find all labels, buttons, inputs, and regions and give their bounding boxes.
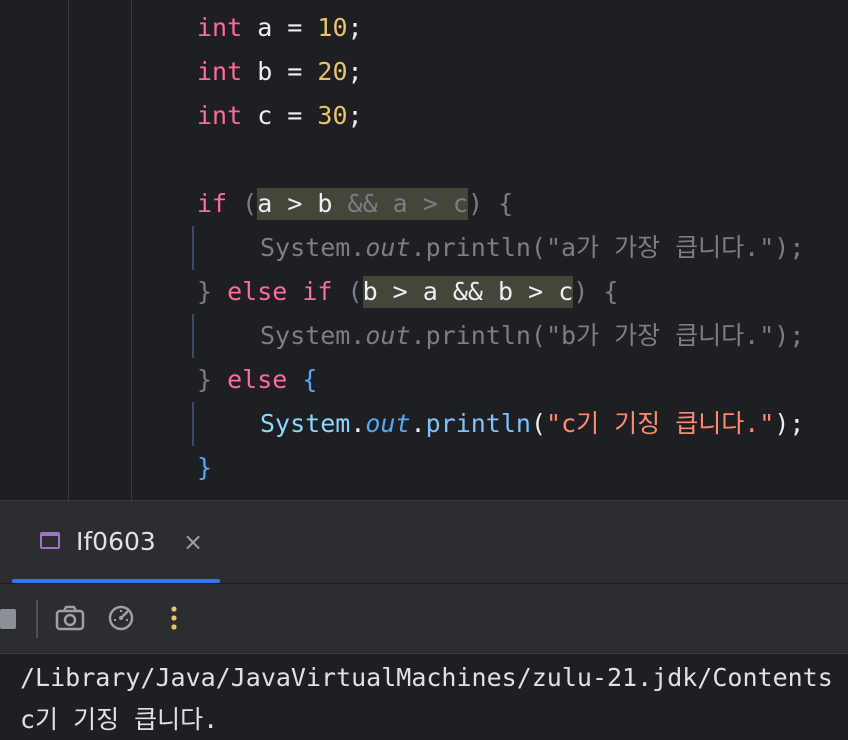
code-token: ( bbox=[227, 189, 258, 218]
code-token: ; bbox=[347, 13, 363, 42]
code-token: ; bbox=[347, 101, 363, 130]
scope-guide bbox=[192, 226, 194, 270]
code-line[interactable]: } bbox=[197, 446, 212, 490]
code-line[interactable]: System.out.println("b가 가장 큽니다."); bbox=[197, 314, 804, 358]
code-line[interactable]: if (a > b && a > c) { bbox=[197, 182, 513, 226]
code-line[interactable]: } else { bbox=[197, 358, 317, 402]
code-token: ); bbox=[774, 409, 805, 438]
close-icon[interactable]: × bbox=[178, 527, 208, 557]
indent-guide bbox=[68, 0, 69, 500]
camera-icon[interactable] bbox=[53, 601, 87, 635]
code-token: } bbox=[197, 365, 228, 394]
indent-guide bbox=[131, 0, 132, 500]
code-token: else if bbox=[227, 277, 333, 306]
code-token: println bbox=[425, 409, 531, 438]
console-output[interactable]: /Library/Java/JavaVirtualMachines/zulu-2… bbox=[0, 653, 848, 740]
code-token: . bbox=[350, 409, 366, 438]
scope-guide bbox=[192, 402, 194, 446]
code-token: ) bbox=[573, 277, 589, 306]
code-token: } bbox=[197, 453, 213, 482]
code-token: System. bbox=[260, 321, 366, 350]
code-line[interactable]: } else if (b > a && b > c) { bbox=[197, 270, 618, 314]
code-line[interactable]: System.out.println("a가 가장 큽니다."); bbox=[197, 226, 804, 270]
code-token: ) bbox=[467, 189, 484, 218]
code-token: if bbox=[197, 189, 228, 218]
code-token: b > a && b > c bbox=[362, 276, 574, 308]
code-token: ( bbox=[332, 277, 363, 306]
run-toolbar bbox=[0, 583, 848, 653]
code-line[interactable]: int c = 30; bbox=[197, 94, 363, 138]
code-token: out bbox=[365, 233, 411, 262]
code-token: c = bbox=[242, 101, 318, 130]
code-token: int bbox=[197, 57, 243, 86]
code-token: } bbox=[197, 277, 228, 306]
code-token: a = bbox=[242, 13, 318, 42]
code-editor[interactable]: int a = 10; int b = 20; int c = 30; if (a >… bbox=[0, 0, 848, 500]
code-token: out bbox=[365, 321, 411, 350]
code-token: 30 bbox=[317, 101, 348, 130]
code-token: { bbox=[287, 365, 318, 394]
code-line[interactable]: int a = 10; bbox=[197, 6, 363, 50]
console-line-command: /Library/Java/JavaVirtualMachines/zulu-2… bbox=[20, 663, 833, 692]
toolbar-separator bbox=[36, 600, 38, 638]
tab-label: If0603 bbox=[76, 527, 156, 556]
gauge-icon[interactable] bbox=[104, 601, 138, 635]
code-token: && a > c bbox=[347, 188, 468, 220]
stop-icon[interactable] bbox=[0, 609, 16, 629]
code-token: a > b bbox=[257, 188, 348, 220]
window-icon bbox=[40, 532, 60, 549]
code-line[interactable]: int b = 20; bbox=[197, 50, 363, 94]
scope-guide bbox=[192, 314, 194, 358]
code-token: ; bbox=[347, 57, 363, 86]
code-token: else bbox=[227, 365, 288, 394]
code-token: { bbox=[483, 189, 514, 218]
code-token: System bbox=[260, 409, 351, 438]
code-token: "c기 기징 큽니다." bbox=[546, 409, 775, 438]
console-line-output: c기 기징 큽니다. bbox=[20, 705, 219, 734]
code-line[interactable]: System.out.println("c기 기징 큽니다."); bbox=[197, 402, 804, 446]
tab-run-config[interactable]: If0603 × bbox=[12, 501, 220, 583]
code-token: .println("b가 가장 큽니다."); bbox=[410, 321, 805, 350]
code-token: . bbox=[410, 409, 426, 438]
run-tool-window-header: If0603 × bbox=[0, 501, 848, 583]
code-token: int bbox=[197, 101, 243, 130]
code-token: .println("a가 가장 큽니다."); bbox=[410, 233, 805, 262]
code-token: ( bbox=[530, 409, 547, 438]
code-token: System. bbox=[260, 233, 366, 262]
more-vertical-icon[interactable] bbox=[157, 601, 191, 635]
code-token: out bbox=[365, 409, 411, 438]
code-token: 20 bbox=[317, 57, 348, 86]
code-token: int bbox=[197, 13, 243, 42]
code-token: b = bbox=[242, 57, 318, 86]
code-token: { bbox=[588, 277, 619, 306]
code-token: 10 bbox=[317, 13, 348, 42]
